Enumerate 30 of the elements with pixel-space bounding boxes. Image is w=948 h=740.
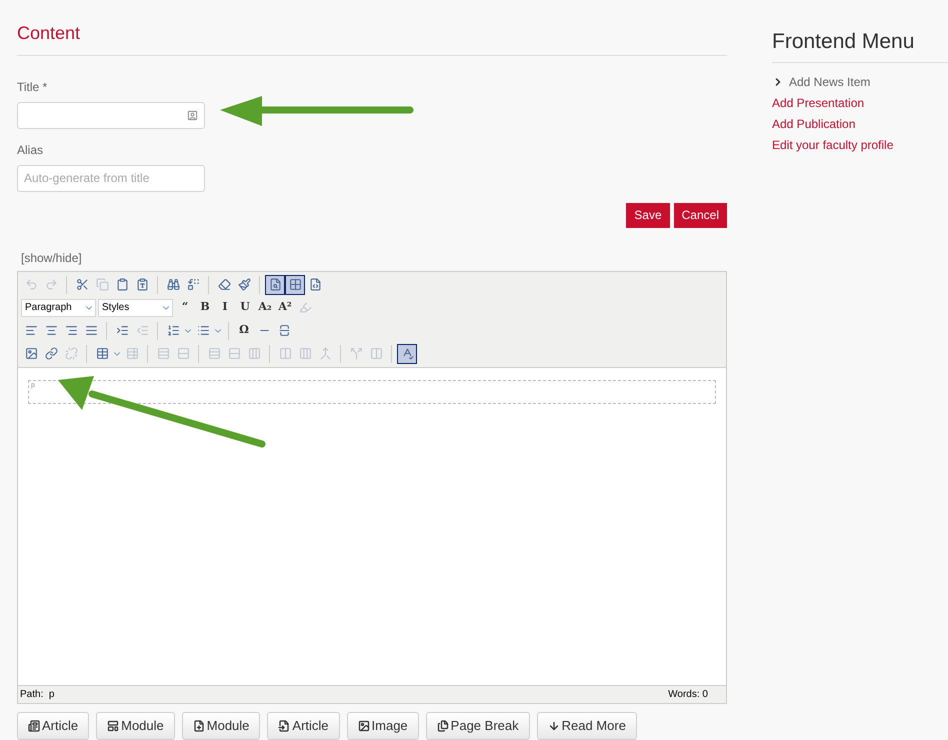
insert-button[interactable]: Image [346,712,419,740]
save-button[interactable]: Save [626,202,670,228]
insert-button[interactable]: Page Break [426,712,530,740]
format-button[interactable]: “ [175,298,195,318]
element-path: Path: p [20,688,54,702]
menu-link[interactable]: Edit your faculty profile [772,136,894,154]
format-dropdown[interactable]: Paragraph [21,298,96,316]
menu-link[interactable]: Add News Item [772,72,870,90]
field-label: Alias [17,142,44,159]
insert-button[interactable]: Module [182,712,260,740]
field-label: Title * [17,79,48,96]
format-button[interactable]: A₂ [255,298,275,318]
word-count: Words: 0 [668,688,708,702]
insert-button[interactable]: Read More [536,712,637,740]
show-hide-link[interactable]: [show/hide] [21,248,82,266]
format-dropdown[interactable]: Styles [98,298,173,316]
insert-button[interactable]: Article [267,712,340,740]
format-button[interactable]: B [195,298,215,318]
section-heading: Content [17,20,727,56]
cancel-button[interactable]: Cancel [674,202,727,228]
insert-button[interactable]: Module [96,712,175,740]
format-button[interactable]: A² [275,298,295,318]
format-button[interactable]: Ω [234,320,254,340]
alias-field[interactable]: Auto-generate from title [17,164,205,192]
menu-link[interactable]: Add Publication [772,114,856,132]
insert-button[interactable]: Article [17,712,90,740]
menu-heading: Frontend Menu [772,26,948,62]
menu-link[interactable]: Add Presentation [772,94,864,112]
format-button[interactable]: I [215,298,235,318]
format-button[interactable]: U [235,298,255,318]
